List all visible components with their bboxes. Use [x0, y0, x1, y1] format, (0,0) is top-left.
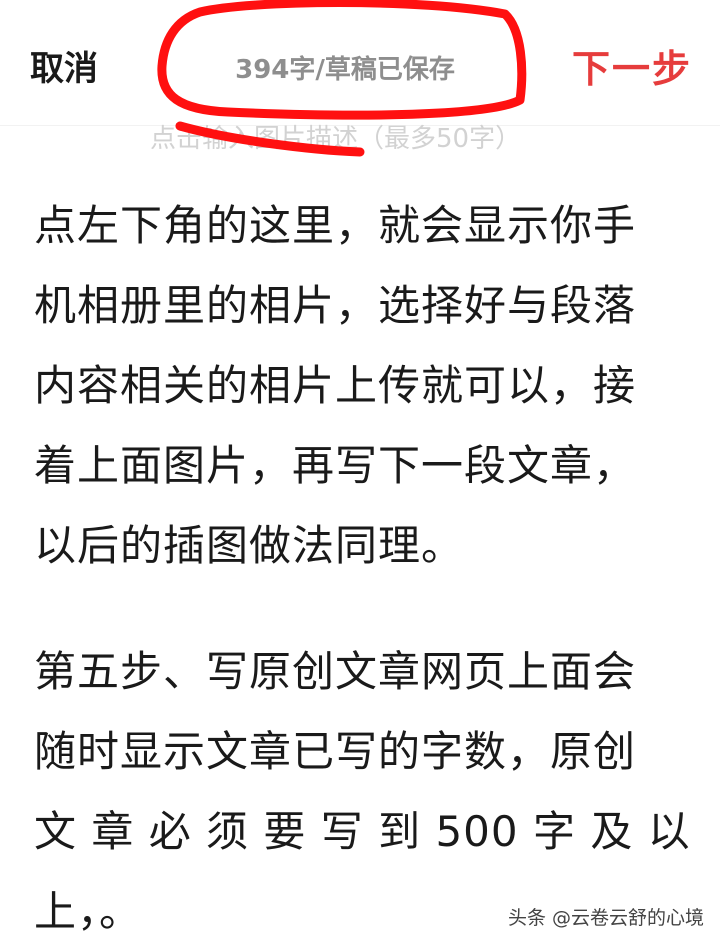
article-paragraph: 点左下角的这里，就会显示你手 机相册里的相片，选择好与段落 内容相关的相片上传就…: [34, 201, 637, 570]
next-step-button[interactable]: 下一步: [572, 44, 692, 94]
top-bar: 取消 394字/草稿已保存 下一步: [0, 0, 720, 126]
article-paragraph: 第五步、写原创文章网页上面会 随时显示文章已写的字数，原创 文 章 必 须 要 …: [34, 647, 691, 936]
cancel-button[interactable]: 取消: [30, 46, 98, 92]
image-caption-input[interactable]: [150, 120, 570, 158]
watermark-text: 头条 @云卷云舒的心境: [507, 907, 704, 929]
draft-status-text: 394字/草稿已保存: [235, 55, 455, 85]
article-body[interactable]: 点左下角的这里，就会显示你手 机相册里的相片，选择好与段落 内容相关的相片上传就…: [34, 186, 694, 944]
